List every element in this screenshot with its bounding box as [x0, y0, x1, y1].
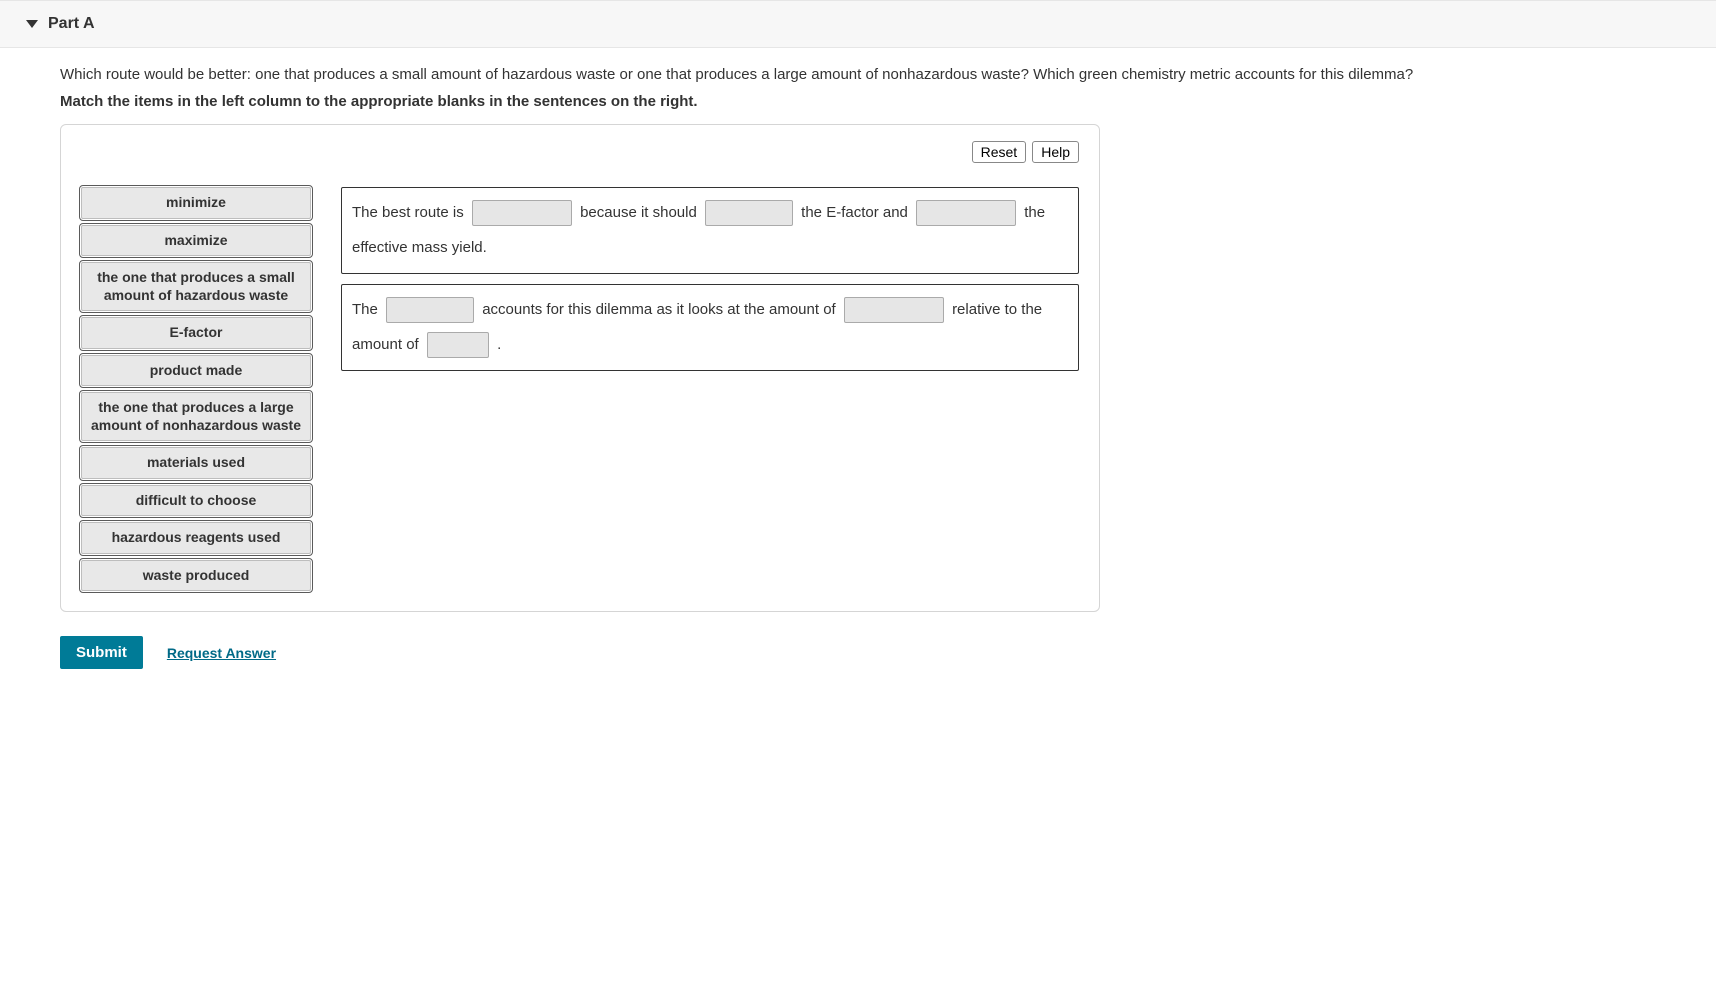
chip-difficult-to-choose[interactable]: difficult to choose	[81, 485, 311, 517]
sentence-2-text-2: relative to	[952, 301, 1017, 318]
question-text: Which route would be better: one that pr…	[60, 66, 1696, 83]
blank-s2-1[interactable]	[386, 297, 474, 323]
caret-down-icon	[26, 20, 38, 28]
blank-s1-3[interactable]	[916, 200, 1016, 226]
instruction-text: Match the items in the left column to th…	[60, 93, 1696, 110]
chip-product-made[interactable]: product made	[81, 355, 311, 387]
chip-materials-used[interactable]: materials used	[81, 447, 311, 479]
blank-s1-2[interactable]	[705, 200, 793, 226]
part-title: Part A	[48, 15, 95, 33]
sentence-2-text-0: The	[352, 301, 378, 318]
sentence-column: The best route is because it should the …	[341, 187, 1079, 371]
chip-waste-produced[interactable]: waste produced	[81, 560, 311, 592]
blank-s2-2[interactable]	[844, 297, 944, 323]
request-answer-link[interactable]: Request Answer	[167, 645, 276, 661]
sentence-2-text-1: accounts for this dilemma as it looks at…	[482, 301, 836, 318]
chip-e-factor[interactable]: E-factor	[81, 317, 311, 349]
chip-maximize[interactable]: maximize	[81, 225, 311, 257]
draggable-column: minimize maximize the one that produces …	[81, 187, 311, 591]
activity-panel: Reset Help minimize maximize the one tha…	[60, 124, 1100, 612]
sentence-1-text-1: because it should	[580, 204, 697, 221]
chip-small-hazardous[interactable]: the one that produces a small amount of …	[81, 262, 311, 311]
chip-hazardous-reagents[interactable]: hazardous reagents used	[81, 522, 311, 554]
blank-s1-1[interactable]	[472, 200, 572, 226]
reset-button[interactable]: Reset	[972, 141, 1027, 163]
sentence-1-text-0: The best route is	[352, 204, 464, 221]
blank-s2-3[interactable]	[427, 332, 489, 358]
sentence-2-text-4: .	[497, 336, 501, 353]
submit-button[interactable]: Submit	[60, 636, 143, 669]
chip-minimize[interactable]: minimize	[81, 187, 311, 219]
sentence-2: The accounts for this dilemma as it look…	[341, 284, 1079, 371]
sentence-1: The best route is because it should the …	[341, 187, 1079, 274]
chip-large-nonhazardous[interactable]: the one that produces a large amount of …	[81, 392, 311, 441]
part-header[interactable]: Part A	[0, 0, 1716, 48]
sentence-1-text-2: the E-factor and	[801, 204, 908, 221]
help-button[interactable]: Help	[1032, 141, 1079, 163]
